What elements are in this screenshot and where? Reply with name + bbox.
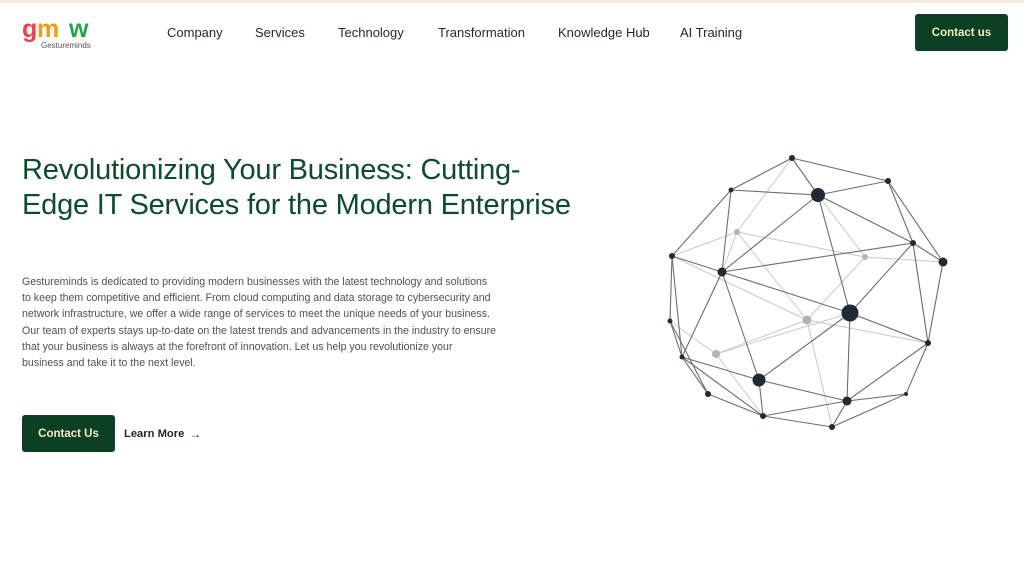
brand-name: Gestureminds bbox=[41, 41, 91, 50]
learn-more-label: Learn More bbox=[124, 428, 185, 440]
network-sphere-illustration bbox=[667, 155, 948, 430]
nav-technology[interactable]: Technology bbox=[338, 25, 404, 40]
hero-contact-button[interactable]: Contact Us bbox=[22, 415, 115, 452]
hero-title: Revolutionizing Your Business: Cutting-E… bbox=[22, 154, 571, 221]
nav-ai-training[interactable]: AI Training bbox=[680, 25, 742, 40]
svg-text:g: g bbox=[22, 15, 37, 43]
learn-more-link[interactable]: Learn More → bbox=[124, 427, 201, 441]
svg-text:w: w bbox=[68, 15, 89, 43]
svg-text:m: m bbox=[37, 15, 59, 43]
header-contact-button[interactable]: Contact us bbox=[915, 14, 1008, 51]
nav-knowledge-hub[interactable]: Knowledge Hub bbox=[558, 25, 650, 40]
nav-transformation[interactable]: Transformation bbox=[438, 25, 525, 40]
nav-company[interactable]: Company bbox=[167, 25, 223, 40]
nav-services[interactable]: Services bbox=[255, 25, 305, 40]
site-header: g m w Gestureminds Company Services Tech… bbox=[0, 3, 1024, 65]
gestureminds-logo[interactable]: g m w Gestureminds bbox=[22, 15, 102, 55]
hero-description: Gestureminds is dedicated to providing m… bbox=[22, 276, 497, 370]
arrow-right-icon: → bbox=[189, 427, 202, 441]
